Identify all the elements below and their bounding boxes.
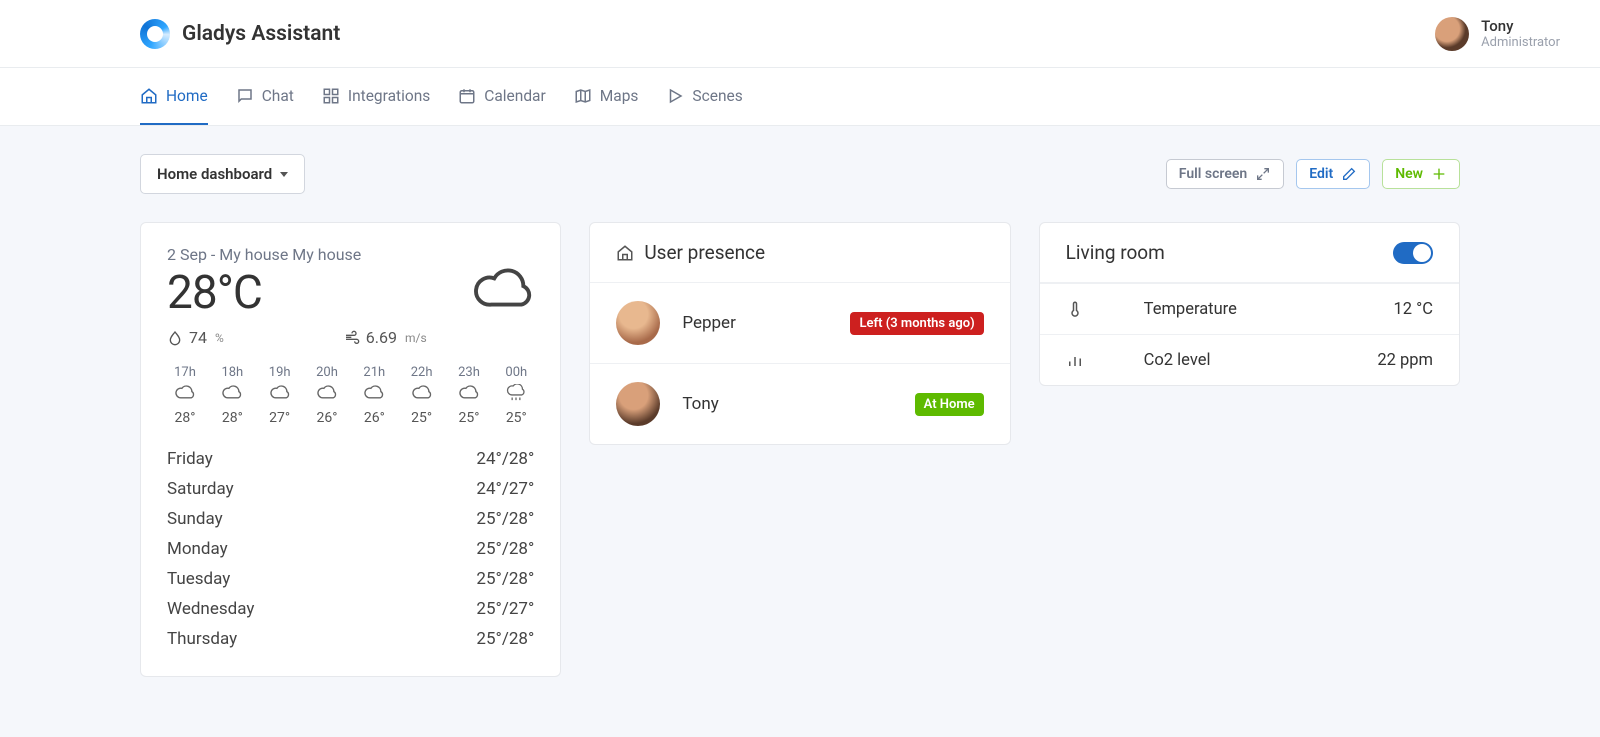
nav-scenes-label: Scenes xyxy=(692,87,742,105)
edit-icon xyxy=(1341,166,1357,182)
presence-row: Tony At Home xyxy=(590,364,1009,444)
rain-icon xyxy=(498,384,534,406)
new-label: New xyxy=(1395,166,1423,182)
hourly-cell: 20h26° xyxy=(309,365,345,426)
cloud-icon xyxy=(262,384,298,406)
dashboard-selector[interactable]: Home dashboard xyxy=(140,154,305,194)
room-row: Co2 level 22 ppm xyxy=(1040,334,1459,385)
nav-maps[interactable]: Maps xyxy=(574,68,639,125)
thermo-icon xyxy=(1066,298,1126,320)
cloud-icon xyxy=(356,384,392,406)
nav-home[interactable]: Home xyxy=(140,68,208,125)
weather-wind: 6.69m/s xyxy=(344,328,427,347)
weather-card: 2 Sep - My house My house 28°C 74% 6.69m… xyxy=(140,222,561,677)
nav-maps-label: Maps xyxy=(600,87,639,105)
home-icon xyxy=(616,244,634,262)
hourly-cell: 21h26° xyxy=(356,365,392,426)
cloud-icon xyxy=(309,384,345,406)
user-role: Administrator xyxy=(1481,35,1560,51)
hourly-cell: 18h28° xyxy=(214,365,250,426)
main-nav: Home Chat Integrations Calendar Maps Sce… xyxy=(0,68,1600,126)
bars-icon xyxy=(1066,349,1126,371)
room-card: Living room Temperature 12 °C Co2 level … xyxy=(1039,222,1460,386)
nav-calendar[interactable]: Calendar xyxy=(458,68,546,125)
calendar-icon xyxy=(458,87,476,105)
nav-chat[interactable]: Chat xyxy=(236,68,294,125)
presence-title: User presence xyxy=(644,241,765,264)
map-icon xyxy=(574,87,592,105)
fullscreen-button[interactable]: Full screen xyxy=(1166,159,1284,189)
nav-calendar-label: Calendar xyxy=(484,87,546,105)
brand-logo-icon xyxy=(140,19,170,49)
daily-row: Monday25°/28° xyxy=(167,534,534,564)
presence-card: User presence Pepper Left (3 months ago)… xyxy=(589,222,1010,445)
avatar xyxy=(616,382,660,426)
weather-date: 2 Sep - My house My house xyxy=(167,245,534,264)
daily-row: Wednesday25°/27° xyxy=(167,594,534,624)
daily-row: Tuesday25°/28° xyxy=(167,564,534,594)
nav-scenes[interactable]: Scenes xyxy=(666,68,742,125)
brand[interactable]: Gladys Assistant xyxy=(140,19,340,49)
chevron-down-icon xyxy=(280,172,288,177)
room-metric-value: 22 ppm xyxy=(1377,351,1433,370)
presence-row: Pepper Left (3 months ago) xyxy=(590,283,1009,364)
hourly-cell: 23h25° xyxy=(451,365,487,426)
cloud-icon xyxy=(472,266,534,316)
room-metric-label: Co2 level xyxy=(1144,351,1360,370)
plus-icon xyxy=(1431,166,1447,182)
expand-icon xyxy=(1255,166,1271,182)
room-metric-label: Temperature xyxy=(1144,300,1376,319)
daily-row: Sunday25°/28° xyxy=(167,504,534,534)
top-bar: Gladys Assistant Tony Administrator xyxy=(0,0,1600,68)
cloud-icon xyxy=(167,384,203,406)
avatar xyxy=(1435,17,1469,51)
room-toggle[interactable] xyxy=(1393,242,1433,264)
nav-integrations-label: Integrations xyxy=(348,87,430,105)
weather-hourly: 17h28° 18h28° 19h27° 20h26° 21h26° 22h25° 23h2… xyxy=(167,365,534,426)
room-metric-value: 12 °C xyxy=(1393,300,1433,319)
avatar xyxy=(616,301,660,345)
nav-chat-label: Chat xyxy=(262,87,294,105)
grid-icon xyxy=(322,87,340,105)
brand-name: Gladys Assistant xyxy=(182,22,340,46)
presence-name: Tony xyxy=(682,394,892,414)
hourly-cell: 00h25° xyxy=(498,365,534,426)
room-row: Temperature 12 °C xyxy=(1040,283,1459,334)
nav-integrations[interactable]: Integrations xyxy=(322,68,430,125)
new-button[interactable]: New xyxy=(1382,159,1460,189)
cloud-icon xyxy=(404,384,440,406)
home-icon xyxy=(140,87,158,105)
status-badge: Left (3 months ago) xyxy=(850,312,983,335)
edit-button[interactable]: Edit xyxy=(1296,159,1370,189)
hourly-cell: 17h28° xyxy=(167,365,203,426)
cloud-icon xyxy=(451,384,487,406)
weather-humidity: 74% xyxy=(167,328,224,347)
wind-icon xyxy=(344,330,360,346)
daily-row: Thursday25°/28° xyxy=(167,624,534,654)
weather-daily: Friday24°/28°Saturday24°/27°Sunday25°/28… xyxy=(167,444,534,654)
status-badge: At Home xyxy=(915,393,984,416)
presence-name: Pepper xyxy=(682,313,828,333)
daily-row: Saturday24°/27° xyxy=(167,474,534,504)
weather-temperature: 28°C xyxy=(167,266,262,320)
daily-row: Friday24°/28° xyxy=(167,444,534,474)
edit-label: Edit xyxy=(1309,166,1333,182)
hourly-cell: 22h25° xyxy=(404,365,440,426)
nav-home-label: Home xyxy=(166,87,208,105)
dashboard-selector-label: Home dashboard xyxy=(157,165,272,183)
user-menu[interactable]: Tony Administrator xyxy=(1435,17,1560,51)
room-title: Living room xyxy=(1066,241,1165,264)
chat-icon xyxy=(236,87,254,105)
hourly-cell: 19h27° xyxy=(262,365,298,426)
user-name: Tony xyxy=(1481,17,1560,35)
cloud-icon xyxy=(214,384,250,406)
play-icon xyxy=(666,87,684,105)
fullscreen-label: Full screen xyxy=(1179,166,1247,182)
droplet-icon xyxy=(167,330,183,346)
